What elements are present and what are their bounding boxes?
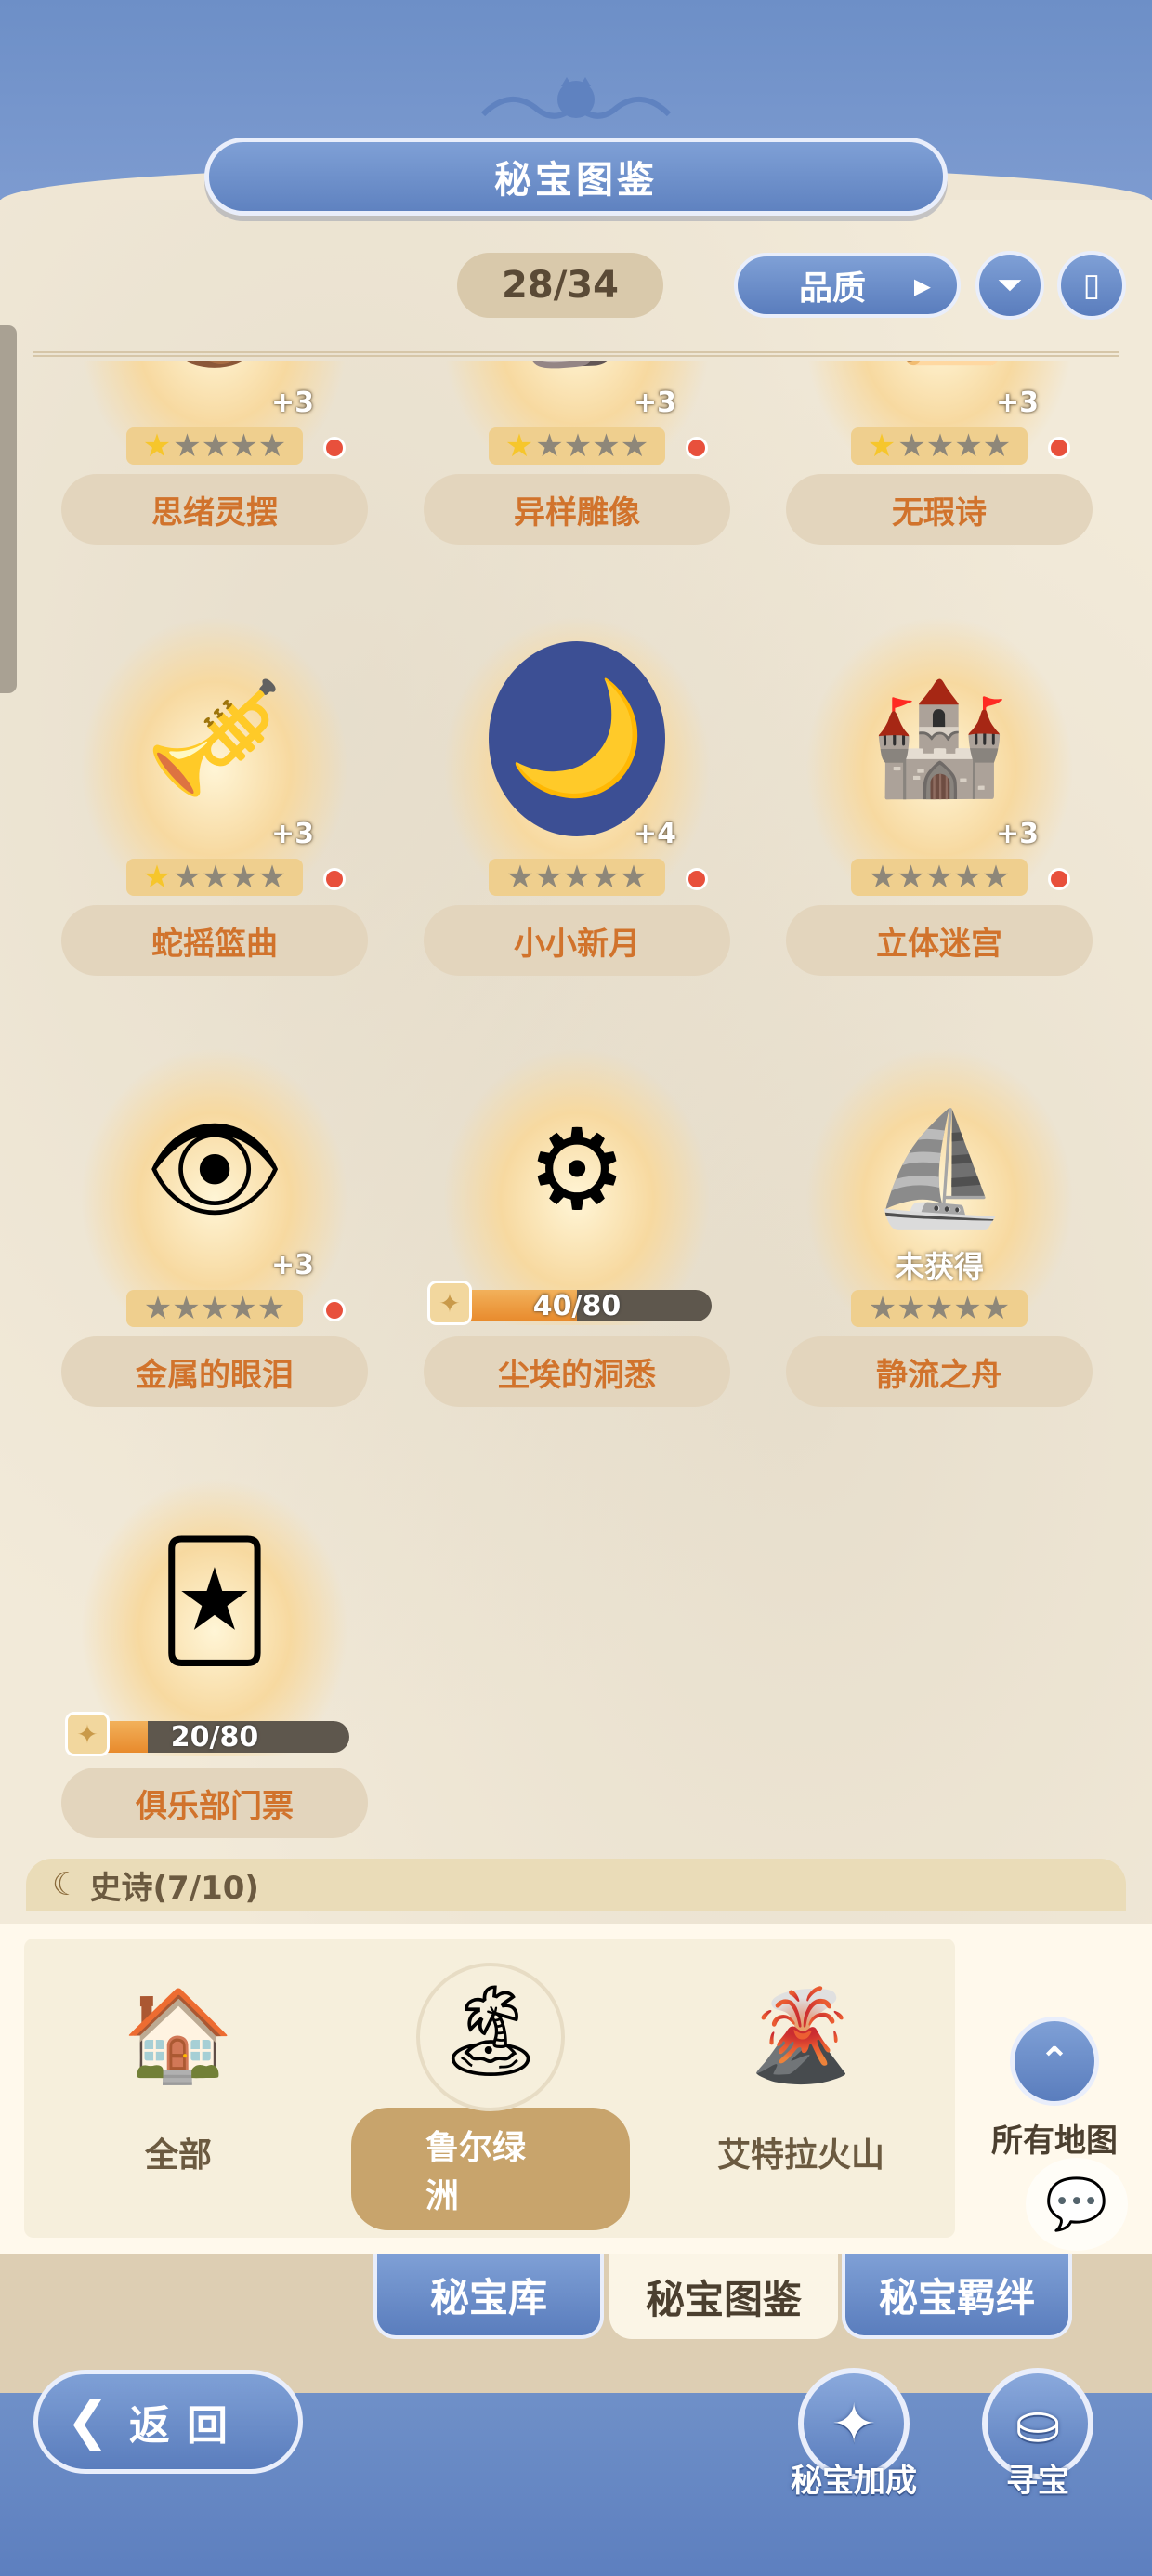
tab-treasure-bond[interactable]: 秘宝羁绊 xyxy=(842,2254,1072,2339)
sort-arrow-icon: ▸ xyxy=(913,266,931,305)
item-name: 金属的眼泪 xyxy=(61,1336,368,1407)
volcano-icon: 🌋 xyxy=(745,1982,857,2087)
epic-badge-icon: ☾ xyxy=(52,1866,81,1903)
all-maps-label: 所有地图 xyxy=(991,2123,1118,2160)
treasure-hunt-button[interactable]: ⛀ 寻宝 xyxy=(959,2368,1117,2501)
dust-mirror-icon: ⚙ xyxy=(527,1105,627,1235)
item-name: 无瑕诗 xyxy=(786,474,1093,545)
sort-label: 品质 xyxy=(799,269,867,308)
house-island-icon: 🏠 xyxy=(123,1982,234,2087)
star-rating: ★★★★★ xyxy=(851,1290,1028,1327)
flute-icon: 🎺 xyxy=(145,674,284,803)
star-rating: ★★★★★ xyxy=(851,859,1028,896)
tab-treasure-vault[interactable]: 秘宝库 xyxy=(373,2254,604,2339)
item-name: 小小新月 xyxy=(424,905,730,976)
item-name: 俱乐部门票 xyxy=(61,1768,368,1838)
filter-icon[interactable]: ⏷ xyxy=(975,251,1044,320)
region-label: 全部 xyxy=(144,2136,212,2175)
upgrade-count: +3 xyxy=(271,818,315,850)
region-label: 鲁尔绿洲 xyxy=(351,2108,630,2230)
section-header-epic[interactable]: ☾ 史诗(7/10) xyxy=(26,1859,1126,1911)
item-name: 思绪灵摆 xyxy=(61,474,368,545)
chat-icon[interactable]: 💬 xyxy=(1026,2158,1128,2251)
tab-treasure-codex[interactable]: 秘宝图鉴 xyxy=(609,2254,838,2339)
metal-eye-icon: 👁 xyxy=(143,1105,286,1234)
item-name: 异样雕像 xyxy=(424,474,730,545)
star-rating: ★★★★★ xyxy=(126,859,303,896)
star-rating: ★★★★★ xyxy=(126,1290,303,1327)
upgrade-count: +4 xyxy=(634,818,677,850)
back-arrow-icon: ❮ xyxy=(66,2391,110,2451)
cat-crest-icon xyxy=(472,74,680,139)
item-name: 立体迷宫 xyxy=(786,905,1093,976)
upgrade-count: +3 xyxy=(996,818,1040,850)
item-name: 尘埃的洞悉 xyxy=(424,1336,730,1407)
puzzle-piece-icon: ✦ xyxy=(65,1712,110,1756)
puzzle-piece-icon: ✦ xyxy=(427,1281,472,1325)
notification-dot xyxy=(686,868,708,890)
divider xyxy=(33,351,1119,357)
shard-progress-bar: 20/80 xyxy=(80,1721,349,1753)
shard-progress-bar: 40/80 xyxy=(442,1290,712,1321)
notification-dot xyxy=(323,868,346,890)
notification-dot xyxy=(1048,437,1070,459)
chevron-up-icon: ⌃ xyxy=(1010,2017,1099,2106)
boat-icon: ⛵ xyxy=(870,1105,1009,1234)
all-maps-button[interactable]: ⌃ 所有地图 xyxy=(975,2017,1133,2161)
region-label: 艾特拉火山 xyxy=(716,2136,884,2175)
crescent-moon-icon: 🌙 xyxy=(489,641,665,836)
region-volcano[interactable]: 🌋 艾特拉火山 xyxy=(661,1952,940,2230)
section-label: 史诗(7/10) xyxy=(89,1869,259,1907)
notification-dot xyxy=(1048,868,1070,890)
star-rating: ★★★★★ xyxy=(851,427,1028,465)
upgrade-count: +3 xyxy=(271,387,315,419)
cards-icon: 🃏 xyxy=(157,1536,272,1666)
sort-quality-button[interactable]: 品质 ▸ xyxy=(734,253,961,318)
back-button[interactable]: ❮ 返回 xyxy=(33,2370,303,2474)
collection-counter: 28/34 xyxy=(457,253,663,318)
page-title: 秘宝图鉴 xyxy=(204,138,948,216)
notification-dot xyxy=(686,437,708,459)
item-grid[interactable]: 🔮 +3 ★★★★★ 思绪灵摆 🗿 +3 ★★★★★ 异样雕像 📜 +3 ★★★… xyxy=(0,361,1152,1894)
tab-label: 秘宝库 xyxy=(429,2274,547,2320)
not-obtained-label: 未获得 xyxy=(894,1249,984,1284)
item-name: 静流之舟 xyxy=(786,1336,1093,1407)
star-rating: ★★★★★ xyxy=(489,859,665,896)
upgrade-count: +3 xyxy=(271,1249,315,1281)
tab-label: 秘宝图鉴 xyxy=(645,2276,802,2322)
region-all[interactable]: 🏠 全部 xyxy=(39,1952,318,2230)
action-label: 秘宝加成 xyxy=(791,2463,917,2500)
progress-text: 20/80 xyxy=(170,1721,259,1753)
region-rural-oasis[interactable]: 🏝 鲁尔绿洲 xyxy=(351,1952,630,2230)
maze-castle-icon: 🏰 xyxy=(870,674,1009,803)
upgrade-count: +3 xyxy=(996,387,1040,419)
notification-dot xyxy=(323,1299,346,1321)
item-name: 蛇摇篮曲 xyxy=(61,905,368,976)
progress-text: 40/80 xyxy=(532,1290,622,1321)
treasure-boost-button[interactable]: ✦ 秘宝加成 xyxy=(775,2368,933,2501)
star-rating: ★★★★★ xyxy=(126,427,303,465)
tab-label: 秘宝羁绊 xyxy=(878,2274,1035,2320)
back-label: 返回 xyxy=(129,2402,244,2450)
action-label: 寻宝 xyxy=(1006,2463,1069,2500)
star-rating: ★★★★★ xyxy=(489,427,665,465)
upgrade-count: +3 xyxy=(634,387,677,419)
book-icon[interactable]: ▯ xyxy=(1057,251,1126,320)
notification-dot xyxy=(323,437,346,459)
